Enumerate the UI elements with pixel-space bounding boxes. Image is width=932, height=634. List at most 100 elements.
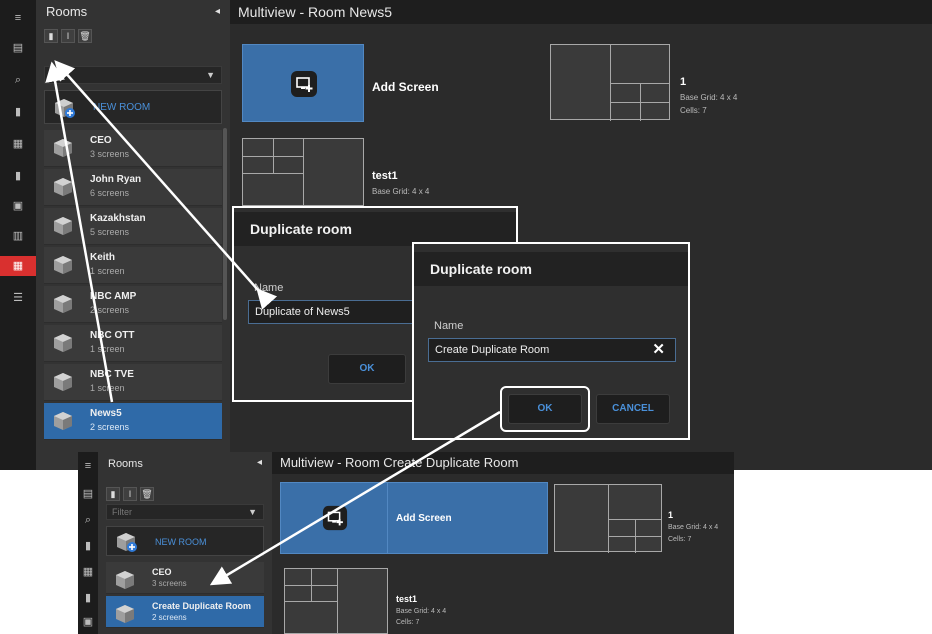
room-list-item[interactable]: Create Duplicate Room 2 screens <box>106 596 264 628</box>
room-list-item[interactable]: NBC OTT 1 screen <box>44 325 222 362</box>
search-icon[interactable]: ⌕ <box>78 510 98 530</box>
page-title-bottom: Multiview - Room Create Duplicate Room <box>272 452 734 474</box>
screen-1-name: 1 <box>680 76 687 88</box>
room-screen-count: 3 screens <box>90 149 130 159</box>
menu-icon[interactable]: ≡ <box>78 456 98 476</box>
icon-rail: ≡ ▤ ⌕ ▮ ▦ ▮ ▣ ▥ ▦ ☰ <box>0 0 36 470</box>
new-room-button[interactable]: NEW ROOM <box>106 526 264 556</box>
dialog-2-name-label: Name <box>434 320 464 332</box>
collapse-icon[interactable]: ◂ <box>257 452 262 474</box>
bookmark-icon[interactable]: ▮ <box>0 102 36 122</box>
sidebar-title: Rooms <box>46 4 88 19</box>
room-name: NBC TVE <box>90 369 134 380</box>
room-list-item[interactable]: CEO 3 screens <box>106 562 264 594</box>
room-toolbar-bottom: ▮ I 🗑 <box>106 484 157 501</box>
room-name: NBC AMP <box>90 291 137 302</box>
document-icon[interactable]: ▮ <box>78 588 98 608</box>
bottom-screenshot: ≡ ▤ ⌕ ▮ ▦ ▮ ▣ Rooms ◂ ▮ I 🗑 Filter ▼ NEW R… <box>78 452 734 634</box>
screen-2-thumbnail-bottom[interactable] <box>284 568 388 634</box>
screen-1-name: 1 <box>668 510 674 520</box>
delete-room-button[interactable]: 🗑 <box>78 29 92 43</box>
room-name: News5 <box>90 408 122 419</box>
room-cube-icon <box>54 139 72 157</box>
page-title: Multiview - Room News5 <box>230 0 932 24</box>
add-screen-label[interactable]: Add Screen <box>372 80 439 94</box>
sidebar-header-bottom: Rooms ◂ <box>98 452 272 474</box>
room-list-item[interactable]: John Ryan 6 screens <box>44 169 222 206</box>
room-list-item[interactable]: NBC AMP 2 screens <box>44 286 222 323</box>
document-icon[interactable]: ▮ <box>0 166 36 186</box>
room-list-item[interactable]: CEO 3 screens <box>44 130 222 167</box>
list-icon[interactable]: ☰ <box>0 288 36 308</box>
duplicate-room-button[interactable]: ▮ <box>44 29 58 43</box>
room-screen-count: 6 screens <box>90 188 130 198</box>
add-screen-icon <box>291 71 317 97</box>
grid-icon[interactable]: ▣ <box>78 612 98 632</box>
room-cube-icon <box>54 334 72 352</box>
screen-1-thumbnail[interactable] <box>550 44 670 121</box>
filter-icon[interactable]: ▼ <box>248 505 257 519</box>
add-screen-tile-bottom[interactable] <box>280 482 388 554</box>
screen-2-name: test1 <box>396 594 418 604</box>
menu-icon[interactable]: ≡ <box>0 8 36 28</box>
new-room-cube-icon <box>55 99 75 118</box>
room-name: CEO <box>90 135 112 146</box>
add-screen-label[interactable]: Add Screen <box>396 513 452 524</box>
dialog-1-title: Duplicate room <box>234 212 516 246</box>
screen-2-name: test1 <box>372 170 398 182</box>
add-screen-tile[interactable] <box>242 44 364 122</box>
film-icon[interactable]: ▤ <box>78 484 98 504</box>
delete-room-button[interactable]: 🗑 <box>140 487 154 501</box>
screen-2-thumbnail[interactable] <box>242 138 364 207</box>
dialog-1-name-input[interactable]: Duplicate of News5 <box>248 300 428 324</box>
room-screen-count: 3 screens <box>152 579 187 588</box>
room-list-item[interactable]: Keith 1 screen <box>44 247 222 284</box>
filter-input[interactable]: ▼ <box>44 66 222 84</box>
grid-icon[interactable]: ▣ <box>0 196 36 216</box>
room-cube-icon <box>54 178 72 196</box>
room-list-item[interactable]: NBC TVE 1 screen <box>44 364 222 401</box>
room-cube-icon <box>54 256 72 274</box>
screen-1-thumbnail-bottom[interactable] <box>554 484 662 553</box>
room-name: NBC OTT <box>90 330 135 341</box>
bookmark-icon[interactable]: ▮ <box>78 536 98 556</box>
room-list-scrollbar[interactable] <box>223 128 227 320</box>
table-icon[interactable]: ▦ <box>78 562 98 582</box>
dialog-2-cancel-button[interactable]: CANCEL <box>596 394 670 424</box>
sidebar-title: Rooms <box>108 458 143 470</box>
room-cube-icon <box>54 295 72 313</box>
table-icon[interactable]: ▦ <box>0 134 36 154</box>
filter-placeholder: Filter <box>112 507 132 517</box>
multiview-icon[interactable]: ▦ <box>0 256 36 276</box>
room-name: Keith <box>90 252 115 263</box>
clear-input-icon[interactable]: ✕ <box>652 339 665 361</box>
collapse-icon[interactable]: ◂ <box>215 0 220 24</box>
search-icon[interactable]: ⌕ <box>0 70 36 90</box>
screen-2-grid: Base Grid: 4 x 4 <box>396 608 447 615</box>
room-name: Kazakhstan <box>90 213 146 224</box>
filter-icon[interactable]: ▼ <box>206 67 215 83</box>
room-list-item[interactable]: News5 2 screens <box>44 403 222 440</box>
rooms-sidebar-bottom: Rooms ◂ ▮ I 🗑 Filter ▼ NEW ROOM CEO 3 scree… <box>98 452 272 634</box>
dialog-1-ok-button[interactable]: OK <box>328 354 406 384</box>
dialog-2-ok-button[interactable]: OK <box>508 394 582 424</box>
rename-room-button[interactable]: I <box>123 487 137 501</box>
duplicate-room-button[interactable]: ▮ <box>106 487 120 501</box>
room-screen-count: 2 screens <box>90 422 130 432</box>
new-room-button[interactable]: NEW ROOM <box>44 90 222 124</box>
filter-input[interactable]: Filter ▼ <box>106 504 264 520</box>
screen-1-grid: Base Grid: 4 x 4 <box>680 93 738 102</box>
dialog-2-name-input[interactable]: Create Duplicate Room ✕ <box>428 338 676 362</box>
dialog-2-name-value: Create Duplicate Room <box>435 344 550 356</box>
room-list-item[interactable]: Kazakhstan 5 screens <box>44 208 222 245</box>
add-screen-tile-extension[interactable]: Add Screen <box>388 482 548 554</box>
room-cube-icon <box>54 412 72 430</box>
room-cube-icon <box>54 373 72 391</box>
new-room-label: NEW ROOM <box>93 102 151 113</box>
rename-room-button[interactable]: I <box>61 29 75 43</box>
dialog-1-name-value: Duplicate of News5 <box>255 306 350 318</box>
film-icon[interactable]: ▤ <box>0 38 36 58</box>
room-name: CEO <box>152 567 172 577</box>
room-screen-count: 5 screens <box>90 227 130 237</box>
panel-icon[interactable]: ▥ <box>0 226 36 246</box>
